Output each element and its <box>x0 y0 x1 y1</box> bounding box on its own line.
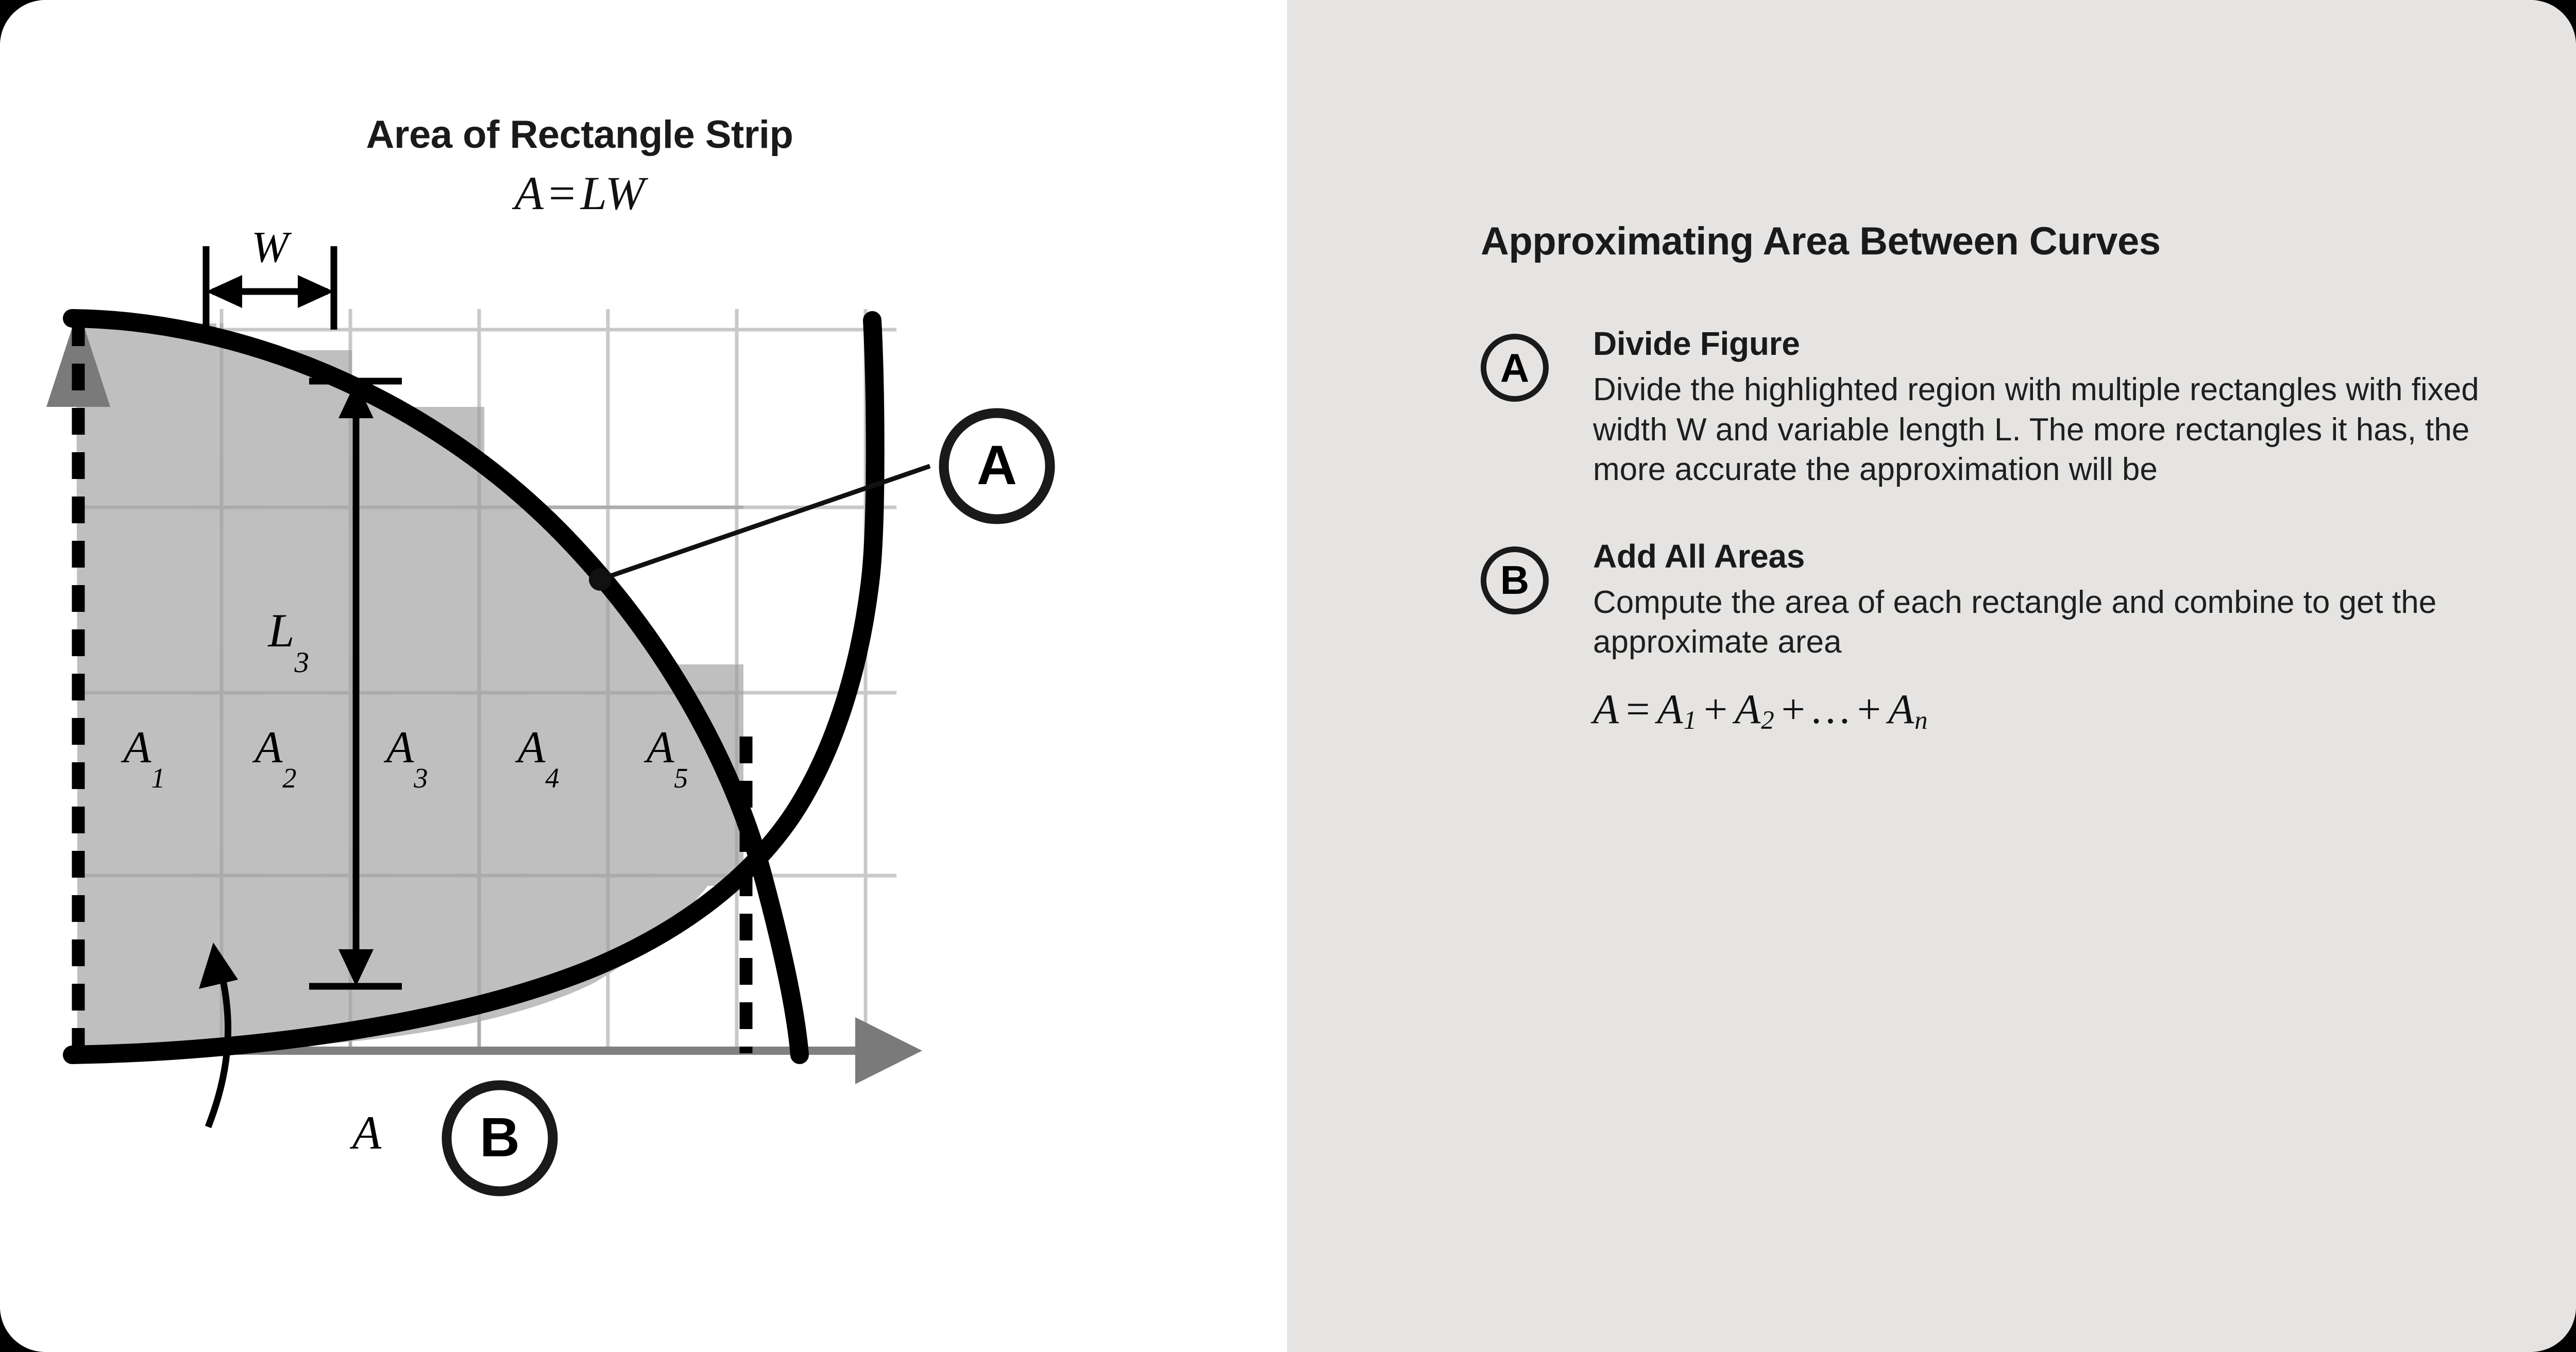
width-arrow-left <box>206 275 242 308</box>
x-axis-arrowhead <box>855 1017 922 1084</box>
step-equation-b: A = A1 + A2 +… + An <box>1593 685 2490 735</box>
eq-term-2: A <box>1735 685 1761 732</box>
figure-graphic: W L3 A1 A2 A3 A4 A5 A A B <box>46 222 1055 1196</box>
step-item-b: B Add All Areas Compute the area of each… <box>1481 537 2490 735</box>
step-text-b: Compute the area of each rectangle and c… <box>1593 584 2437 660</box>
eq-equals: = <box>1626 685 1650 732</box>
figure-panel: Area of Rectangle Strip A = LW W L3 A1 A… <box>0 0 1287 1352</box>
callout-a-anchor-dot <box>589 568 612 591</box>
width-label: W <box>251 222 292 271</box>
svg-text:B: B <box>480 1106 520 1168</box>
step-text-a: Divide the highlighted region with multi… <box>1593 372 2479 487</box>
eq-lhs: A <box>1593 685 1619 732</box>
step-heading-b: Add All Areas <box>1593 537 1805 575</box>
eq-plus-3: + <box>1857 685 1882 732</box>
step-item-a: A Divide Figure Divide the highlighted r… <box>1481 324 2490 490</box>
step-badge-a: A <box>1481 334 1549 402</box>
eq-ellipsis: … <box>1812 685 1850 732</box>
step-body-b: Add All Areas Compute the area of each r… <box>1549 537 2490 735</box>
region-label: A <box>349 1106 382 1159</box>
eq-term-n-sub: n <box>1914 705 1928 734</box>
step-body-a: Divide Figure Divide the highlighted reg… <box>1549 324 2490 490</box>
svg-text:A: A <box>977 434 1017 496</box>
eq-plus-2: + <box>1781 685 1805 732</box>
step-heading-a: Divide Figure <box>1593 325 1800 362</box>
width-arrow-right <box>298 275 334 308</box>
callout-a-badge[interactable]: A <box>939 408 1055 524</box>
eq-term-2-sub: 2 <box>1761 705 1774 734</box>
eq-term-1: A <box>1657 685 1683 732</box>
callout-b-badge[interactable]: B <box>442 1080 558 1196</box>
eq-term-1-sub: 1 <box>1683 705 1697 734</box>
infographic-card: Area of Rectangle Strip A = LW W L3 A1 A… <box>0 0 2576 1352</box>
eq-plus-1: + <box>1703 685 1728 732</box>
panel-title: Approximating Area Between Curves <box>1481 219 2161 263</box>
explanation-panel: Approximating Area Between Curves A Divi… <box>1287 0 2576 1352</box>
eq-term-n: A <box>1888 685 1914 732</box>
step-badge-b: B <box>1481 546 1549 614</box>
